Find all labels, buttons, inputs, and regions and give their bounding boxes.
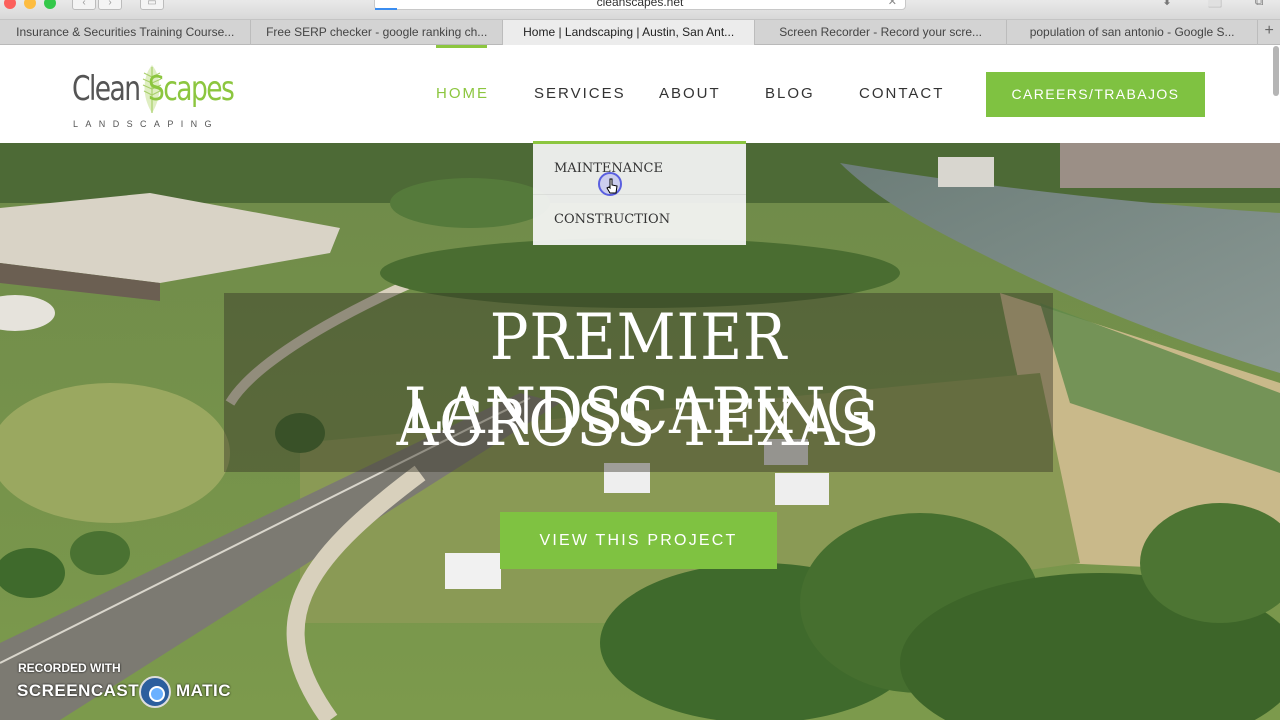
page-load-progress (375, 8, 397, 10)
watermark-brand-right: MATIC (176, 681, 232, 700)
site-header: Clean Scapes LANDSCAPING HOME SERVICES A… (0, 45, 1280, 143)
back-icon[interactable]: ‹ (72, 0, 96, 10)
new-tab-button[interactable]: + (1258, 20, 1280, 44)
page-scrollbar[interactable] (1272, 45, 1280, 720)
tab-bar: Insurance & Securities Training Course..… (0, 20, 1280, 45)
download-icon[interactable]: ⬇ (1158, 0, 1176, 8)
hero-headline-line2: ACROSS TEXAS (396, 387, 881, 461)
sidebar-icon[interactable]: ▭ (140, 0, 164, 10)
tab-google-search[interactable]: population of san antonio - Google S... (1007, 20, 1259, 45)
hand-cursor-icon (606, 178, 618, 194)
share-icon[interactable]: ⬜ (1206, 0, 1224, 8)
services-dropdown-menu: MAINTENANCE CONSTRUCTION (533, 141, 746, 245)
screencast-logo-icon (139, 676, 171, 708)
scrollbar-thumb[interactable] (1273, 46, 1279, 96)
dropdown-item-maintenance[interactable]: MAINTENANCE (533, 144, 746, 194)
tab-cleanscapes-home[interactable]: Home | Landscaping | Austin, San Ant... (502, 20, 756, 45)
browser-titlebar: ‹ › ▭ cleanscapes.net ✕ ⬇ ⬜ ⧉ (0, 0, 1280, 20)
address-bar[interactable]: cleanscapes.net ✕ (374, 0, 906, 10)
logo-tagline: LANDSCAPING (73, 119, 219, 129)
screen: ‹ › ▭ cleanscapes.net ✕ ⬇ ⬜ ⧉ Insurance … (0, 0, 1280, 720)
tab-screen-recorder[interactable]: Screen Recorder - Record your scre... (755, 20, 1007, 45)
view-project-button[interactable]: VIEW THIS PROJECT (500, 512, 777, 569)
forward-icon[interactable]: › (98, 0, 122, 10)
nav-home[interactable]: HOME (436, 85, 489, 102)
nav-active-indicator (436, 45, 487, 48)
nav-blog[interactable]: BLOG (765, 85, 815, 102)
maximize-window-icon[interactable] (44, 0, 56, 9)
minimize-window-icon[interactable] (24, 0, 36, 9)
careers-button[interactable]: CAREERS/TRABAJOS (986, 72, 1205, 117)
dropdown-item-construction[interactable]: CONSTRUCTION (533, 194, 746, 244)
watermark-recorded-with: RECORDED WITH (18, 661, 121, 675)
site-logo[interactable]: Clean Scapes LANDSCAPING (70, 65, 235, 131)
nav-about[interactable]: ABOUT (659, 85, 721, 102)
close-window-icon[interactable] (4, 0, 16, 9)
nav-services[interactable]: SERVICES (534, 85, 626, 102)
stop-loading-icon[interactable]: ✕ (888, 0, 897, 9)
logo-word-scapes: Scapes (148, 69, 235, 109)
tab-insurance[interactable]: Insurance & Securities Training Course..… (0, 20, 252, 45)
nav-contact[interactable]: CONTACT (859, 85, 944, 102)
tabs-overview-icon[interactable]: ⧉ (1250, 0, 1268, 8)
url-text: cleanscapes.net (596, 0, 684, 9)
tab-serp-checker[interactable]: Free SERP checker - google ranking ch... (251, 20, 503, 45)
logo-word-clean: Clean (72, 69, 141, 109)
watermark-brand-left: SCREENCAST (17, 681, 140, 700)
